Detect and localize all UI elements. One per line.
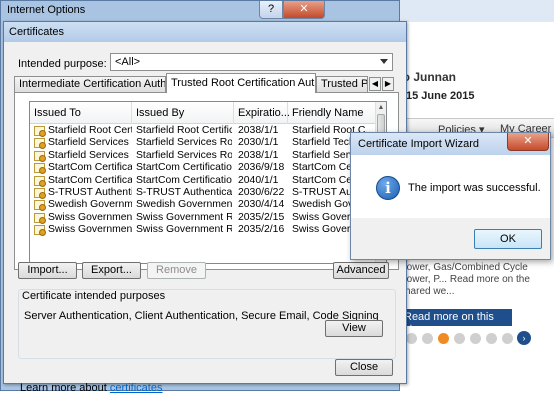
list-header: Issued To Issued By Expiratio... Friendl… xyxy=(30,102,377,124)
certificate-icon xyxy=(34,150,46,162)
table-row[interactable]: StartCom Certificati... StartCom Certific… xyxy=(30,162,377,175)
certificate-icon xyxy=(34,212,46,224)
certificate-icon xyxy=(34,187,46,199)
intended-purpose-select[interactable]: <All> xyxy=(110,53,393,71)
cell-issued-to: StartCom Certificati... xyxy=(48,162,132,174)
cell-issued-by: Swiss Government Ro... xyxy=(136,211,232,223)
cell-issued-by: StartCom Certification... xyxy=(136,174,232,186)
scroll-up-icon[interactable]: ▲ xyxy=(376,102,386,113)
column-header-expiration[interactable]: Expiratio... xyxy=(234,102,290,124)
certificate-rows: Starfield Root Certi... Starfield Root Ce… xyxy=(30,125,377,237)
wizard-title: Certificate Import Wizard xyxy=(358,138,480,150)
cell-issued-to: S-TRUST Authenticati... xyxy=(48,186,132,198)
cell-issued-to: Swedish Government ... xyxy=(48,199,132,211)
webpage-date: 15 June 2015 xyxy=(406,90,475,102)
table-row[interactable]: S-TRUST Authenticati... S-TRUST Authentic… xyxy=(30,187,377,199)
cell-expiration: 2035/2/15 xyxy=(238,211,285,223)
info-icon: i xyxy=(376,176,400,200)
cell-expiration: 2035/2/16 xyxy=(238,224,285,236)
chevron-down-icon xyxy=(380,59,388,64)
carousel-dot[interactable] xyxy=(454,333,465,344)
internet-options-close-button[interactable]: ✕ xyxy=(283,1,325,19)
learn-more-prefix: Learn more about xyxy=(20,382,110,394)
tab-trusted-publishers[interactable]: Trusted Publ xyxy=(316,76,368,92)
column-header-issued-to[interactable]: Issued To xyxy=(30,102,132,124)
certificate-icon xyxy=(34,200,46,212)
cell-issued-by: S-TRUST Authenticati... xyxy=(136,186,232,198)
ok-button[interactable]: OK xyxy=(474,229,542,249)
cell-expiration: 2030/6/22 xyxy=(238,186,285,198)
wizard-close-button[interactable]: ✕ xyxy=(507,133,549,151)
certificate-list[interactable]: Issued To Issued By Expiratio... Friendl… xyxy=(29,101,387,264)
certificate-icon xyxy=(34,175,46,187)
learn-more-text: Learn more about certificates xyxy=(20,382,162,394)
internet-options-title: Internet Options xyxy=(7,4,86,16)
cell-issued-to: Swiss Government ... xyxy=(48,224,132,236)
wizard-message: The import was successful. xyxy=(408,182,541,194)
intended-purpose-label: Intended purpose: xyxy=(18,58,107,70)
table-row[interactable]: Swedish Government ... Swedish Government… xyxy=(30,199,377,212)
cell-expiration: 2030/4/14 xyxy=(238,199,285,211)
remove-button[interactable]: Remove xyxy=(147,262,206,279)
cell-expiration: 2038/1/1 xyxy=(238,125,279,136)
table-row[interactable]: Swiss Government ... Swiss Government Ro.… xyxy=(30,224,377,237)
certificates-dialog: Certificates Intended purpose: <All> Int… xyxy=(3,21,407,394)
cell-issued-by: Starfield Root Certificate... xyxy=(136,125,232,136)
view-button[interactable]: View xyxy=(325,320,383,337)
table-row[interactable]: Starfield Root Certi... Starfield Root Ce… xyxy=(30,125,377,137)
tab-intermediate-ca[interactable]: Intermediate Certification Authorities xyxy=(14,76,166,92)
intended-purpose-value: <All> xyxy=(115,56,141,68)
purposes-legend: Certificate intended purposes xyxy=(22,290,166,302)
cell-issued-to: Starfield Services R... xyxy=(48,149,132,161)
advanced-button[interactable]: Advanced xyxy=(333,262,389,279)
import-button[interactable]: Import... xyxy=(18,262,77,279)
import-wizard-dialog: Certificate Import Wizard ✕ i The import… xyxy=(350,132,551,260)
read-more-link[interactable]: Read more on this story xyxy=(400,309,512,335)
help-button[interactable]: ? xyxy=(259,1,283,19)
carousel-dot[interactable] xyxy=(406,333,417,344)
carousel-dot[interactable] xyxy=(422,333,433,344)
carousel-dot[interactable] xyxy=(502,333,513,344)
cell-issued-by: Swedish Government ... xyxy=(136,199,232,211)
table-row[interactable]: StartCom Certificati... StartCom Certific… xyxy=(30,175,377,187)
cell-issued-by: StartCom Certification... xyxy=(136,162,232,174)
cell-issued-by: Swiss Government Ro... xyxy=(136,224,232,236)
cell-issued-to: Starfield Root Certi... xyxy=(48,125,132,136)
table-row[interactable]: Starfield Services R... Starfield Service… xyxy=(30,137,377,150)
certificate-icon xyxy=(34,126,46,137)
cell-issued-to: Starfield Services R... xyxy=(48,137,132,149)
certificate-icon xyxy=(34,138,46,150)
cell-issued-by: Starfield Services Roo... xyxy=(136,137,232,149)
cell-issued-to: StartCom Certificati... xyxy=(48,174,132,186)
tab-scroll-right-icon[interactable]: ▶ xyxy=(382,77,394,91)
table-row[interactable]: Swiss Government ... Swiss Government Ro.… xyxy=(30,212,377,224)
certificate-icon xyxy=(34,225,46,237)
carousel-dot-active[interactable] xyxy=(438,333,449,344)
certificate-icon xyxy=(34,163,46,175)
cell-expiration: 2036/9/18 xyxy=(238,162,285,174)
carousel-dot[interactable] xyxy=(470,333,481,344)
cell-issued-by: Starfield Services Roo... xyxy=(136,149,232,161)
column-header-friendly-name[interactable]: Friendly Name xyxy=(288,102,377,124)
export-button[interactable]: Export... xyxy=(82,262,141,279)
carousel-next-icon[interactable]: › xyxy=(517,331,531,345)
webpage-topbar xyxy=(400,0,554,22)
cell-issued-to: Swiss Government ... xyxy=(48,211,132,223)
close-button[interactable]: Close xyxy=(335,359,393,376)
tab-scroll-left-icon[interactable]: ◀ xyxy=(369,77,381,91)
table-row[interactable]: Starfield Services R... Starfield Service… xyxy=(30,150,377,162)
column-header-issued-by[interactable]: Issued By xyxy=(132,102,234,124)
certificates-titlebar: Certificates xyxy=(4,22,406,42)
certificates-help-link[interactable]: certificates xyxy=(110,382,163,394)
cell-expiration: 2040/1/1 xyxy=(238,174,279,186)
webpage-story-text: Power, Gas/Combined Cycle Power, P... Re… xyxy=(400,262,530,297)
cell-expiration: 2030/1/1 xyxy=(238,137,279,149)
certificates-title: Certificates xyxy=(9,26,65,38)
carousel-dot[interactable] xyxy=(486,333,497,344)
tab-trusted-root-ca[interactable]: Trusted Root Certification Authorities xyxy=(166,73,316,93)
cell-expiration: 2038/1/1 xyxy=(238,149,279,161)
